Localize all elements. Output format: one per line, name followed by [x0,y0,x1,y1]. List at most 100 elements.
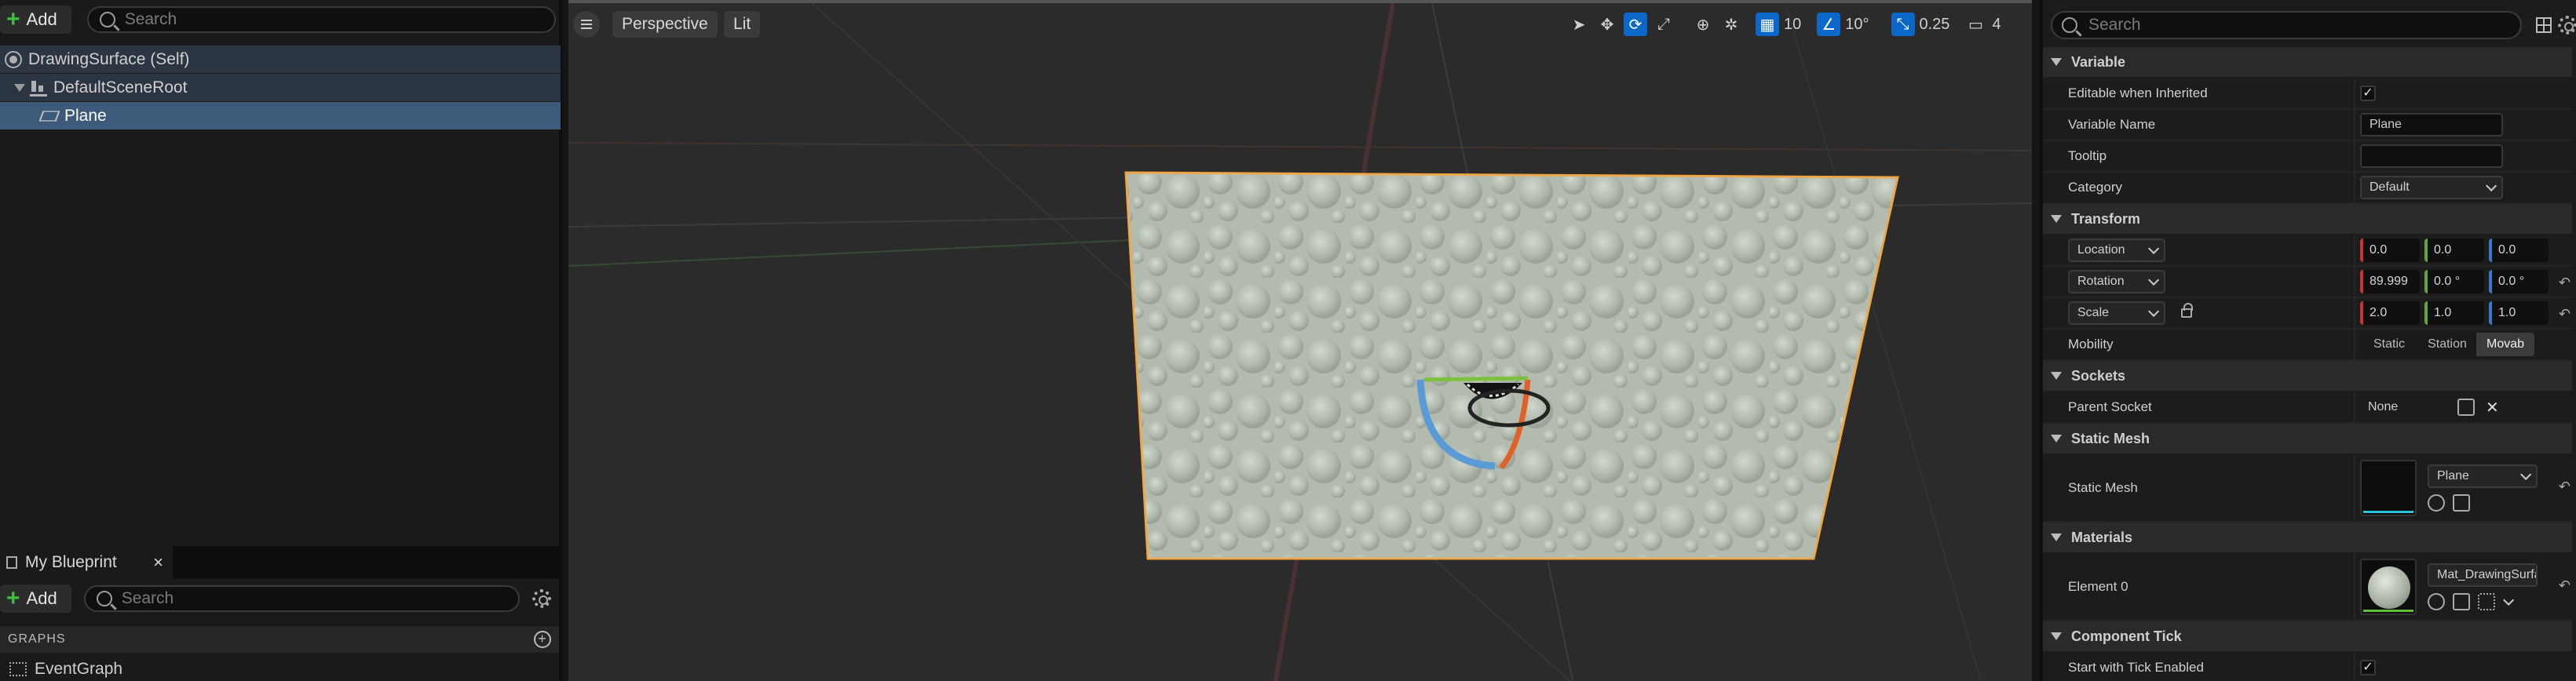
scale-y-input[interactable]: 1.0 [2424,301,2484,325]
level-viewport[interactable]: Perspective Lit ➤ ✥ ⟳ ⤢ ⊕ ✲ ▦ 10 ∠ 10° ⤡… [568,0,2032,681]
reset-material-icon[interactable]: ↶ [2559,577,2571,594]
viewport-scene [568,3,2032,681]
prop-parent-socket: Parent Socket None ✕ [2043,392,2572,424]
tree-item-plane[interactable]: Plane [0,102,561,130]
prop-material-element-0: Element 0 Mat_DrawingSurfa ↶ [2043,554,2572,621]
mobility-stationary-option[interactable]: Station [2418,333,2476,356]
select-mode-icon[interactable]: ➤ [1567,13,1591,36]
scale-mode-dropdown[interactable]: Scale [2068,301,2165,325]
material-dropdown[interactable]: Mat_DrawingSurfa [2428,563,2538,587]
my-blueprint-search-input[interactable]: Search [83,585,520,612]
location-mode-dropdown[interactable]: Location [2068,239,2165,262]
add-component-button[interactable]: + Add [0,5,71,34]
rotation-snap-value[interactable]: 10° [1845,16,1869,34]
category-dropdown[interactable]: Default [2360,176,2503,199]
details-search-input[interactable]: Search [2051,11,2522,39]
expand-arrow-icon[interactable] [14,83,25,92]
details-search-placeholder: Search [2088,16,2141,34]
material-options-icon[interactable] [2478,593,2495,610]
close-tab-icon[interactable]: × [153,552,163,573]
use-selected-asset-icon[interactable] [2428,593,2445,610]
prop-category: Category Default [2043,173,2572,204]
camera-speed-value[interactable]: 4 [1992,16,2001,34]
prop-label: Element 0 [2068,579,2128,594]
hamburger-icon [581,24,592,25]
reset-rotation-icon[interactable]: ↶ [2559,275,2571,291]
scale-lock-icon[interactable] [2181,303,2193,318]
graphs-section-header[interactable]: GRAPHS + [0,626,559,653]
use-selected-asset-icon[interactable] [2428,494,2445,512]
prop-variable-name: Variable Name Plane [2043,110,2572,141]
section-materials[interactable]: Materials [2043,523,2572,554]
scale-snap-icon[interactable]: ⤡ [1891,13,1915,36]
clear-socket-icon[interactable]: ✕ [2486,398,2499,417]
surface-snap-icon[interactable]: ✲ [1719,13,1743,36]
search-icon [96,591,112,606]
section-variable[interactable]: Variable [2043,47,2572,78]
section-label: Sockets [2071,367,2126,384]
prop-mobility: Mobility Static Station Movab [2043,330,2572,361]
lit-view-mode-button[interactable]: Lit [724,11,761,38]
section-component-tick[interactable]: Component Tick [2043,621,2572,653]
property-matrix-icon[interactable] [2536,17,2552,33]
prop-label: Start with Tick Enabled [2068,660,2204,675]
reset-static-mesh-icon[interactable]: ↶ [2559,479,2571,495]
material-value: Mat_DrawingSurfa [2437,568,2538,581]
rotation-mode-dropdown[interactable]: Rotation [2068,270,2165,293]
translate-mode-icon[interactable]: ✥ [1595,13,1619,36]
rotation-x-input[interactable]: 89.999 [2360,270,2420,293]
world-space-icon[interactable]: ⊕ [1691,13,1715,36]
grid-snap-icon[interactable]: ▦ [1756,13,1779,36]
section-static-mesh[interactable]: Static Mesh [2043,424,2572,455]
perspective-view-button[interactable]: Perspective [612,11,718,38]
tree-item-default-scene-root[interactable]: DefaultSceneRoot [0,74,561,102]
scale-snap-value[interactable]: 0.25 [1920,16,1950,34]
rotation-y-input[interactable]: 0.0 ° [2424,270,2484,293]
prop-label: Tooltip [2068,148,2107,163]
browse-asset-icon[interactable] [2453,494,2470,512]
graph-item-eventgraph[interactable]: EventGraph [0,657,122,681]
section-transform[interactable]: Transform [2043,204,2572,235]
scale-x-input[interactable]: 2.0 [2360,301,2420,325]
chevron-down-icon[interactable] [2503,594,2515,606]
details-settings-gear-icon[interactable] [2558,16,2576,35]
prop-label: Variable Name [2068,117,2156,132]
browse-asset-icon[interactable] [2453,593,2470,610]
browse-socket-icon[interactable] [2457,399,2475,416]
scale-mode-icon[interactable]: ⤢ [1652,13,1675,36]
rotate-mode-icon[interactable]: ⟳ [1624,13,1647,36]
rotation-snap-icon[interactable]: ∠ [1817,13,1841,36]
rotation-z-input[interactable]: 0.0 ° [2489,270,2549,293]
variable-name-input[interactable]: Plane [2360,113,2503,137]
location-y-input[interactable]: 0.0 [2424,239,2484,262]
tab-my-blueprint[interactable]: My Blueprint × [0,546,173,579]
add-blueprint-item-button[interactable]: + Add [0,584,71,613]
collapse-arrow-icon [2051,435,2062,442]
tree-item-self[interactable]: DrawingSurface (Self) [0,46,561,74]
mobility-movable-option[interactable]: Movab [2476,333,2534,356]
location-z-input[interactable]: 0.0 [2489,239,2549,262]
prop-scale: Scale 2.0 1.0 1.0 ↶ [2043,298,2572,330]
static-mesh-thumbnail[interactable] [2360,460,2417,516]
camera-speed-icon[interactable]: ▭ [1964,13,1987,36]
blueprint-book-icon [6,556,17,569]
material-thumbnail[interactable] [2360,559,2417,615]
settings-gear-icon[interactable] [532,589,551,608]
start-tick-checkbox[interactable]: ✓ [2360,660,2376,676]
editable-checkbox[interactable]: ✓ [2360,86,2376,101]
components-search-input[interactable]: Search [86,6,556,33]
prop-label: Static Mesh [2068,480,2138,495]
parent-socket-value[interactable]: None [2360,395,2446,419]
plane-mesh-icon [38,110,60,122]
mobility-static-option[interactable]: Static [2360,333,2418,356]
static-mesh-dropdown[interactable]: Plane [2428,464,2538,488]
location-label: Location [2077,243,2125,257]
grid-snap-value[interactable]: 10 [1784,16,1801,34]
section-sockets[interactable]: Sockets [2043,361,2572,392]
tooltip-input[interactable] [2360,144,2503,168]
scale-z-input[interactable]: 1.0 [2489,301,2549,325]
reset-scale-icon[interactable]: ↶ [2559,306,2571,322]
viewport-options-button[interactable] [573,11,600,38]
add-graph-icon[interactable]: + [534,631,551,648]
location-x-input[interactable]: 0.0 [2360,239,2420,262]
